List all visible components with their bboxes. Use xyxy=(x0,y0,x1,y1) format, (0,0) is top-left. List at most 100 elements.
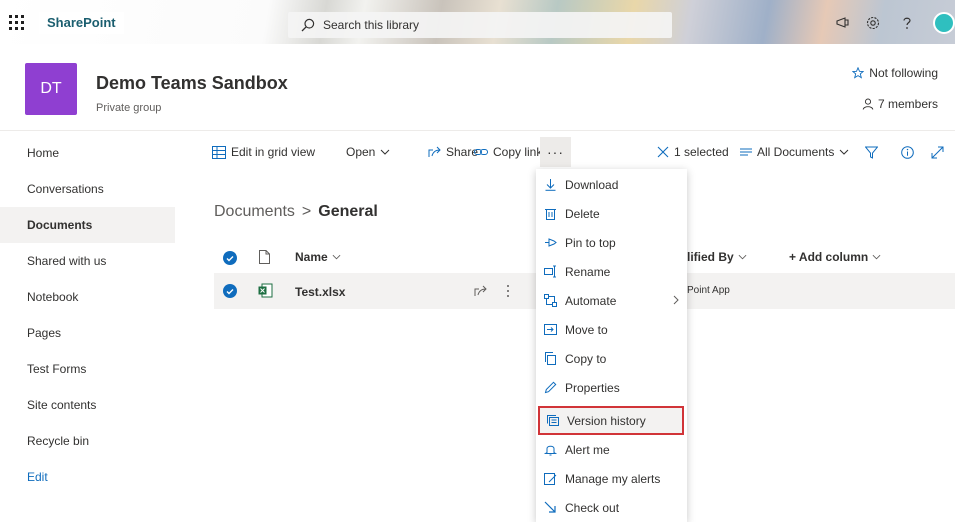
menu-item-label: Alert me xyxy=(565,442,610,457)
menu-item-label: Manage my alerts xyxy=(565,471,661,486)
nav-item-label: Home xyxy=(27,146,60,160)
open-label: Open xyxy=(346,145,376,159)
nav-item-label: Shared with us xyxy=(27,254,107,268)
gear-icon[interactable] xyxy=(864,14,882,32)
filter-button[interactable] xyxy=(865,139,878,165)
nav-item-recycle-bin[interactable]: Recycle bin xyxy=(0,423,175,459)
search-placeholder: Search this library xyxy=(323,18,420,32)
menu-item-version-history[interactable]: Version history xyxy=(538,406,684,435)
chevron-down-icon xyxy=(840,149,849,155)
expand-button[interactable] xyxy=(931,139,944,165)
menu-item-delete[interactable]: Delete xyxy=(536,199,687,228)
app-name[interactable]: SharePoint xyxy=(39,12,124,34)
pencil-icon xyxy=(544,381,557,394)
rename-icon xyxy=(544,265,556,278)
nav-item-shared-with-us[interactable]: Shared with us xyxy=(0,243,175,279)
info-button[interactable] xyxy=(901,139,914,165)
nav-item-label: Test Forms xyxy=(27,362,87,376)
nav-item-documents[interactable]: Documents xyxy=(0,207,175,243)
menu-item-move-to[interactable]: Move to xyxy=(536,315,687,344)
site-title[interactable]: Demo Teams Sandbox xyxy=(96,73,288,94)
menu-item-automate[interactable]: Automate xyxy=(536,286,687,315)
info-icon xyxy=(901,145,914,159)
menu-item-label: Version history xyxy=(567,413,646,428)
checkout-icon xyxy=(544,501,556,513)
file-type-icon xyxy=(259,250,270,264)
menu-item-alert-me[interactable]: Alert me xyxy=(536,435,687,464)
copy-link-label: Copy link xyxy=(493,145,543,159)
trash-icon xyxy=(545,209,556,220)
app-launcher-icon[interactable] xyxy=(6,14,28,34)
nav-item-conversations[interactable]: Conversations xyxy=(0,171,175,207)
nav-item-home[interactable]: Home xyxy=(0,135,175,171)
menu-item-manage-alerts[interactable]: Manage my alerts xyxy=(536,464,687,493)
person-icon xyxy=(862,98,874,110)
close-icon xyxy=(657,146,669,158)
menu-item-label: Move to xyxy=(565,322,608,337)
bell-icon xyxy=(544,445,557,456)
row-checkbox[interactable] xyxy=(223,284,237,298)
checkmark-icon xyxy=(226,288,234,294)
view-lines-icon xyxy=(740,148,752,156)
select-all-checkbox[interactable] xyxy=(223,251,237,265)
user-avatar[interactable] xyxy=(933,12,955,34)
menu-item-check-out[interactable]: Check out xyxy=(536,493,687,522)
menu-item-label: Properties xyxy=(565,380,620,395)
nav-item-site-contents[interactable]: Site contents xyxy=(0,387,175,423)
menu-item-label: Check out xyxy=(565,500,620,515)
site-logo-initials: DT xyxy=(40,80,62,97)
flow-icon xyxy=(544,294,557,307)
breadcrumb: Documents > General xyxy=(214,203,378,221)
search-input[interactable]: Search this library xyxy=(288,12,672,38)
pin-icon xyxy=(545,238,557,247)
edit-grid-view-button[interactable]: Edit in grid view xyxy=(212,139,315,165)
chevron-down-icon xyxy=(738,254,747,260)
menu-item-pin-to-top[interactable]: Pin to top xyxy=(536,228,687,257)
menu-item-label: Copy to xyxy=(565,351,607,366)
history-icon xyxy=(547,415,559,426)
menu-item-label: Delete xyxy=(565,206,600,221)
view-switcher[interactable]: All Documents xyxy=(740,139,849,165)
file-name-link[interactable]: Test.xlsx xyxy=(295,285,345,299)
nav-item-test-forms[interactable]: Test Forms xyxy=(0,351,175,387)
breadcrumb-parent[interactable]: Documents xyxy=(214,203,295,221)
menu-item-download[interactable]: Download xyxy=(536,170,687,199)
help-icon[interactable] xyxy=(898,14,916,32)
menu-item-properties[interactable]: Properties xyxy=(536,373,687,402)
menu-item-rename[interactable]: Rename xyxy=(536,257,687,286)
add-column-button[interactable]: + Add column xyxy=(789,250,881,264)
follow-button[interactable]: Not following xyxy=(852,66,938,80)
breadcrumb-separator: > xyxy=(301,203,312,220)
grid-icon xyxy=(212,145,226,159)
more-vertical-icon[interactable] xyxy=(506,284,510,298)
share-icon[interactable] xyxy=(474,285,487,297)
nav-item-label: Edit xyxy=(27,470,48,484)
share-button[interactable]: Share xyxy=(428,139,478,165)
view-label: All Documents xyxy=(757,145,835,159)
clear-selection-button[interactable]: 1 selected xyxy=(657,139,729,165)
nav-item-notebook[interactable]: Notebook xyxy=(0,279,175,315)
nav-edit-link[interactable]: Edit xyxy=(0,459,175,495)
link-icon xyxy=(474,149,488,155)
open-button[interactable]: Open xyxy=(346,139,390,165)
site-logo: DT xyxy=(25,63,77,115)
megaphone-icon[interactable] xyxy=(834,14,852,32)
more-actions-button[interactable]: ··· xyxy=(540,137,571,167)
menu-item-copy-to[interactable]: Copy to xyxy=(536,344,687,373)
download-icon xyxy=(545,179,556,191)
members-button[interactable]: 7 members xyxy=(862,97,938,111)
menu-item-label: Pin to top xyxy=(565,235,616,250)
column-header-name[interactable]: Name xyxy=(295,250,341,264)
modified-by-cell: Point App xyxy=(687,285,730,296)
chevron-right-icon xyxy=(673,295,679,305)
add-column-label: + Add column xyxy=(789,250,869,264)
copy-link-button[interactable]: Copy link xyxy=(474,139,542,165)
nav-item-pages[interactable]: Pages xyxy=(0,315,175,351)
column-modified-by-label: lified By xyxy=(687,250,734,264)
chevron-down-icon xyxy=(872,254,881,260)
edit-grid-label: Edit in grid view xyxy=(231,145,316,159)
column-header-modified-by[interactable]: lified By xyxy=(687,250,747,264)
move-icon xyxy=(544,324,557,335)
context-menu: Download Delete Pin to top Rename Automa… xyxy=(536,169,687,522)
excel-file-icon xyxy=(258,283,273,298)
